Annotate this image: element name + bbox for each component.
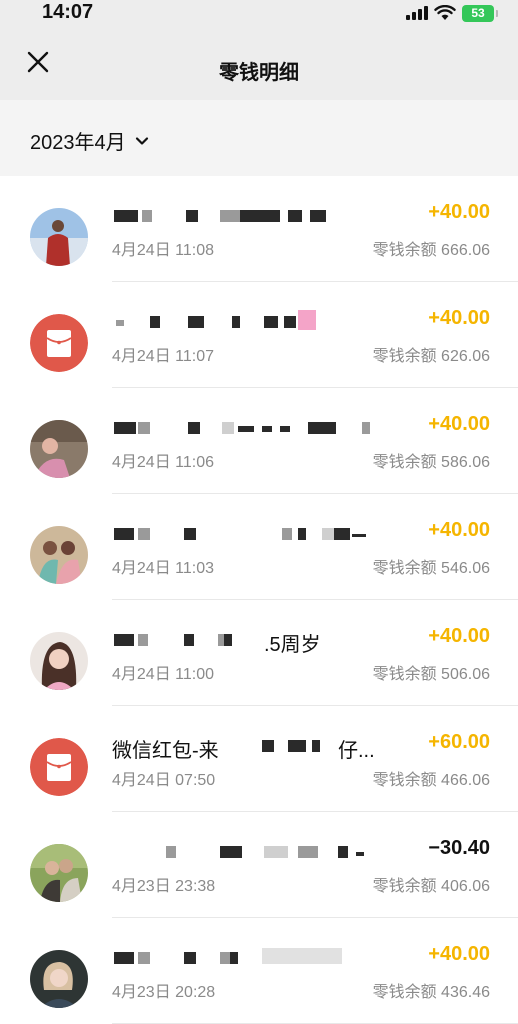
avatar [30,208,88,266]
transaction-title [112,944,382,972]
transaction-date: 4月24日 07:50 [112,772,216,789]
transaction-date: 4月23日 20:28 [112,984,216,1001]
transaction-balance: 零钱余额 506.06 [372,666,490,683]
transaction-date: 4月24日 11:08 [112,242,214,259]
transaction-title-text: 微信红包-来 [112,740,219,760]
transaction-row[interactable]: 4月23日 20:28 +40.00 零钱余额 436.46 [0,918,518,1024]
transaction-balance: 零钱余额 546.06 [372,560,490,577]
battery-icon: 53 [462,4,498,22]
transaction-amount: +40.00 [428,307,490,329]
month-filter-bar: 2023年4月 [0,100,518,176]
transaction-row[interactable]: 4月24日 11:03 +40.00 零钱余额 546.06 [0,494,518,600]
transaction-title: 微信红包-来 仔... [112,732,382,760]
month-label: 2023年4月 [30,132,126,154]
status-time: 14:07 [42,1,94,23]
transaction-amount: +60.00 [428,731,490,753]
transaction-title: .5周岁 [112,626,382,654]
transaction-amount: +40.00 [428,201,490,223]
transaction-balance: 零钱余额 436.46 [372,984,490,1001]
transaction-balance: 零钱余额 406.06 [372,878,490,895]
transaction-row[interactable]: 4月23日 23:38 −30.40 零钱余额 406.06 [0,812,518,918]
transaction-date: 4月23日 23:38 [112,878,216,895]
transaction-date: 4月24日 11:00 [112,666,214,683]
transaction-title [112,414,382,442]
transaction-amount: +40.00 [428,625,490,647]
nav-bar: 零钱明细 [0,26,518,100]
month-picker[interactable]: 2023年4月 [30,126,150,155]
transaction-balance: 零钱余额 586.06 [372,454,490,471]
avatar [30,844,88,902]
status-bar: 14:07 53 [0,0,518,26]
transaction-title [112,308,382,336]
signal-icon [406,6,428,20]
red-packet-icon [30,738,88,796]
transaction-row[interactable]: 4月24日 11:06 +40.00 零钱余额 586.06 [0,388,518,494]
transaction-title [112,202,382,230]
transaction-title [112,520,382,548]
red-packet-icon [30,314,88,372]
chevron-down-icon [135,136,148,145]
transaction-row[interactable]: 4月24日 11:08 +40.00 零钱余额 666.06 [0,176,518,282]
avatar [30,632,88,690]
transaction-amount: −30.40 [428,837,490,859]
transaction-list: 4月24日 11:08 +40.00 零钱余额 666.06 4月24日 11:… [0,176,518,1024]
transaction-amount: +40.00 [428,943,490,965]
transaction-date: 4月24日 11:03 [112,560,214,577]
battery-level: 53 [471,5,485,20]
transaction-amount: +40.00 [428,519,490,541]
transaction-balance: 零钱余额 666.06 [372,242,490,259]
transaction-title-suffix: 仔... [338,740,375,760]
transaction-title [112,838,382,866]
transaction-row[interactable]: .5周岁 4月24日 11:00 +40.00 零钱余额 506.06 [0,600,518,706]
page-title: 零钱明细 [219,62,299,84]
avatar [30,526,88,584]
transaction-date: 4月24日 11:06 [112,454,214,471]
transaction-date: 4月24日 11:07 [112,348,214,365]
transaction-row[interactable]: 微信红包-来 仔... 4月24日 07:50 +60.00 零钱余额 466.… [0,706,518,812]
transaction-balance: 零钱余额 466.06 [372,772,490,789]
transaction-row[interactable]: 4月24日 11:07 +40.00 零钱余额 626.06 [0,282,518,388]
transaction-title-text: .5周岁 [264,634,321,654]
avatar [30,420,88,478]
status-icons: 53 [406,3,498,23]
avatar [30,950,88,1008]
wifi-icon [434,5,456,20]
transaction-amount: +40.00 [428,413,490,435]
transaction-balance: 零钱余额 626.06 [372,348,490,365]
